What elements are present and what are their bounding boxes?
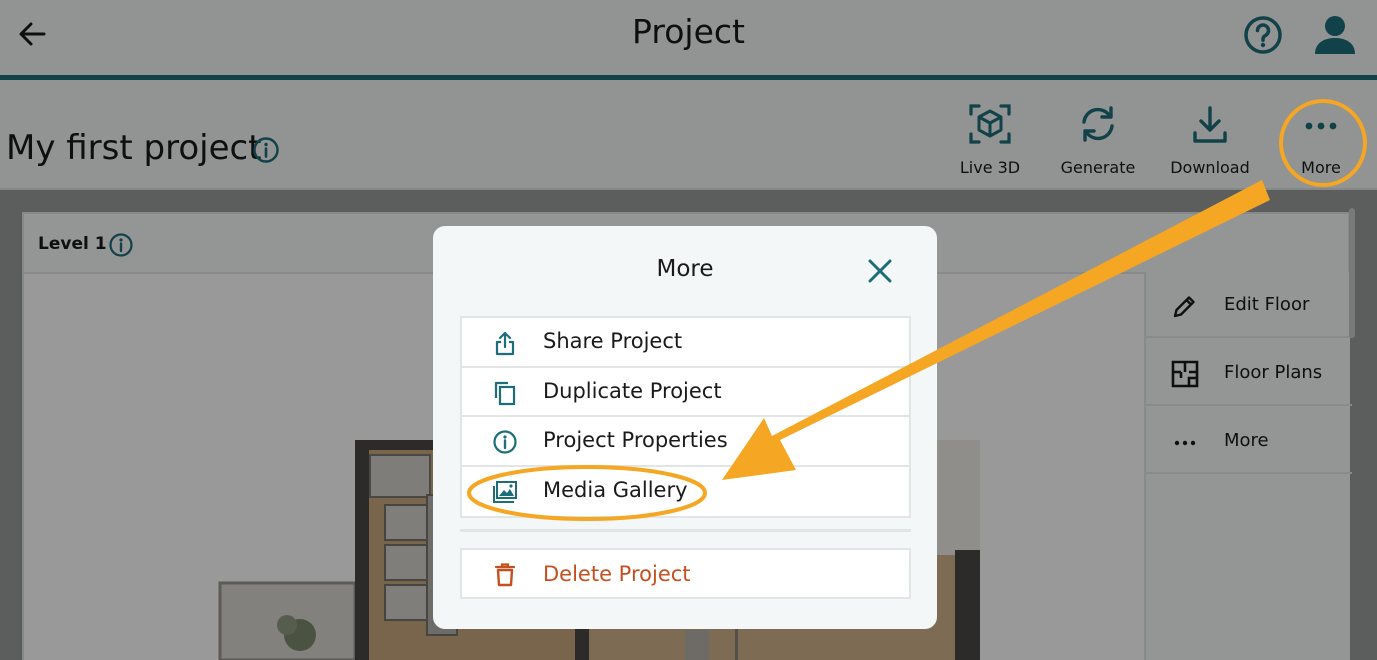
duplicate-icon (494, 381, 516, 405)
close-button[interactable] (865, 256, 895, 286)
modal-menu: Share Project Duplicate Project Project … (460, 316, 911, 518)
trash-icon (494, 563, 516, 587)
menu-item-media-gallery[interactable]: Media Gallery (462, 467, 909, 517)
close-icon (868, 259, 892, 283)
menu-item-project-properties[interactable]: Project Properties (462, 417, 909, 467)
more-modal: More Share Project Duplicate Project Pro… (433, 226, 937, 629)
menu-item-label: Project Properties (543, 428, 728, 452)
info-icon (493, 430, 517, 454)
delete-project-button[interactable]: Delete Project (460, 548, 911, 599)
share-icon (495, 331, 515, 356)
modal-title: More (656, 256, 714, 282)
menu-item-duplicate-project[interactable]: Duplicate Project (462, 368, 909, 417)
delete-project-label: Delete Project (543, 562, 691, 586)
menu-item-label: Share Project (543, 329, 683, 353)
modal-divider (460, 529, 911, 532)
menu-item-label: Media Gallery (543, 477, 688, 502)
menu-item-label: Duplicate Project (543, 378, 722, 403)
gallery-icon (493, 480, 517, 503)
menu-item-share-project[interactable]: Share Project (462, 318, 909, 368)
